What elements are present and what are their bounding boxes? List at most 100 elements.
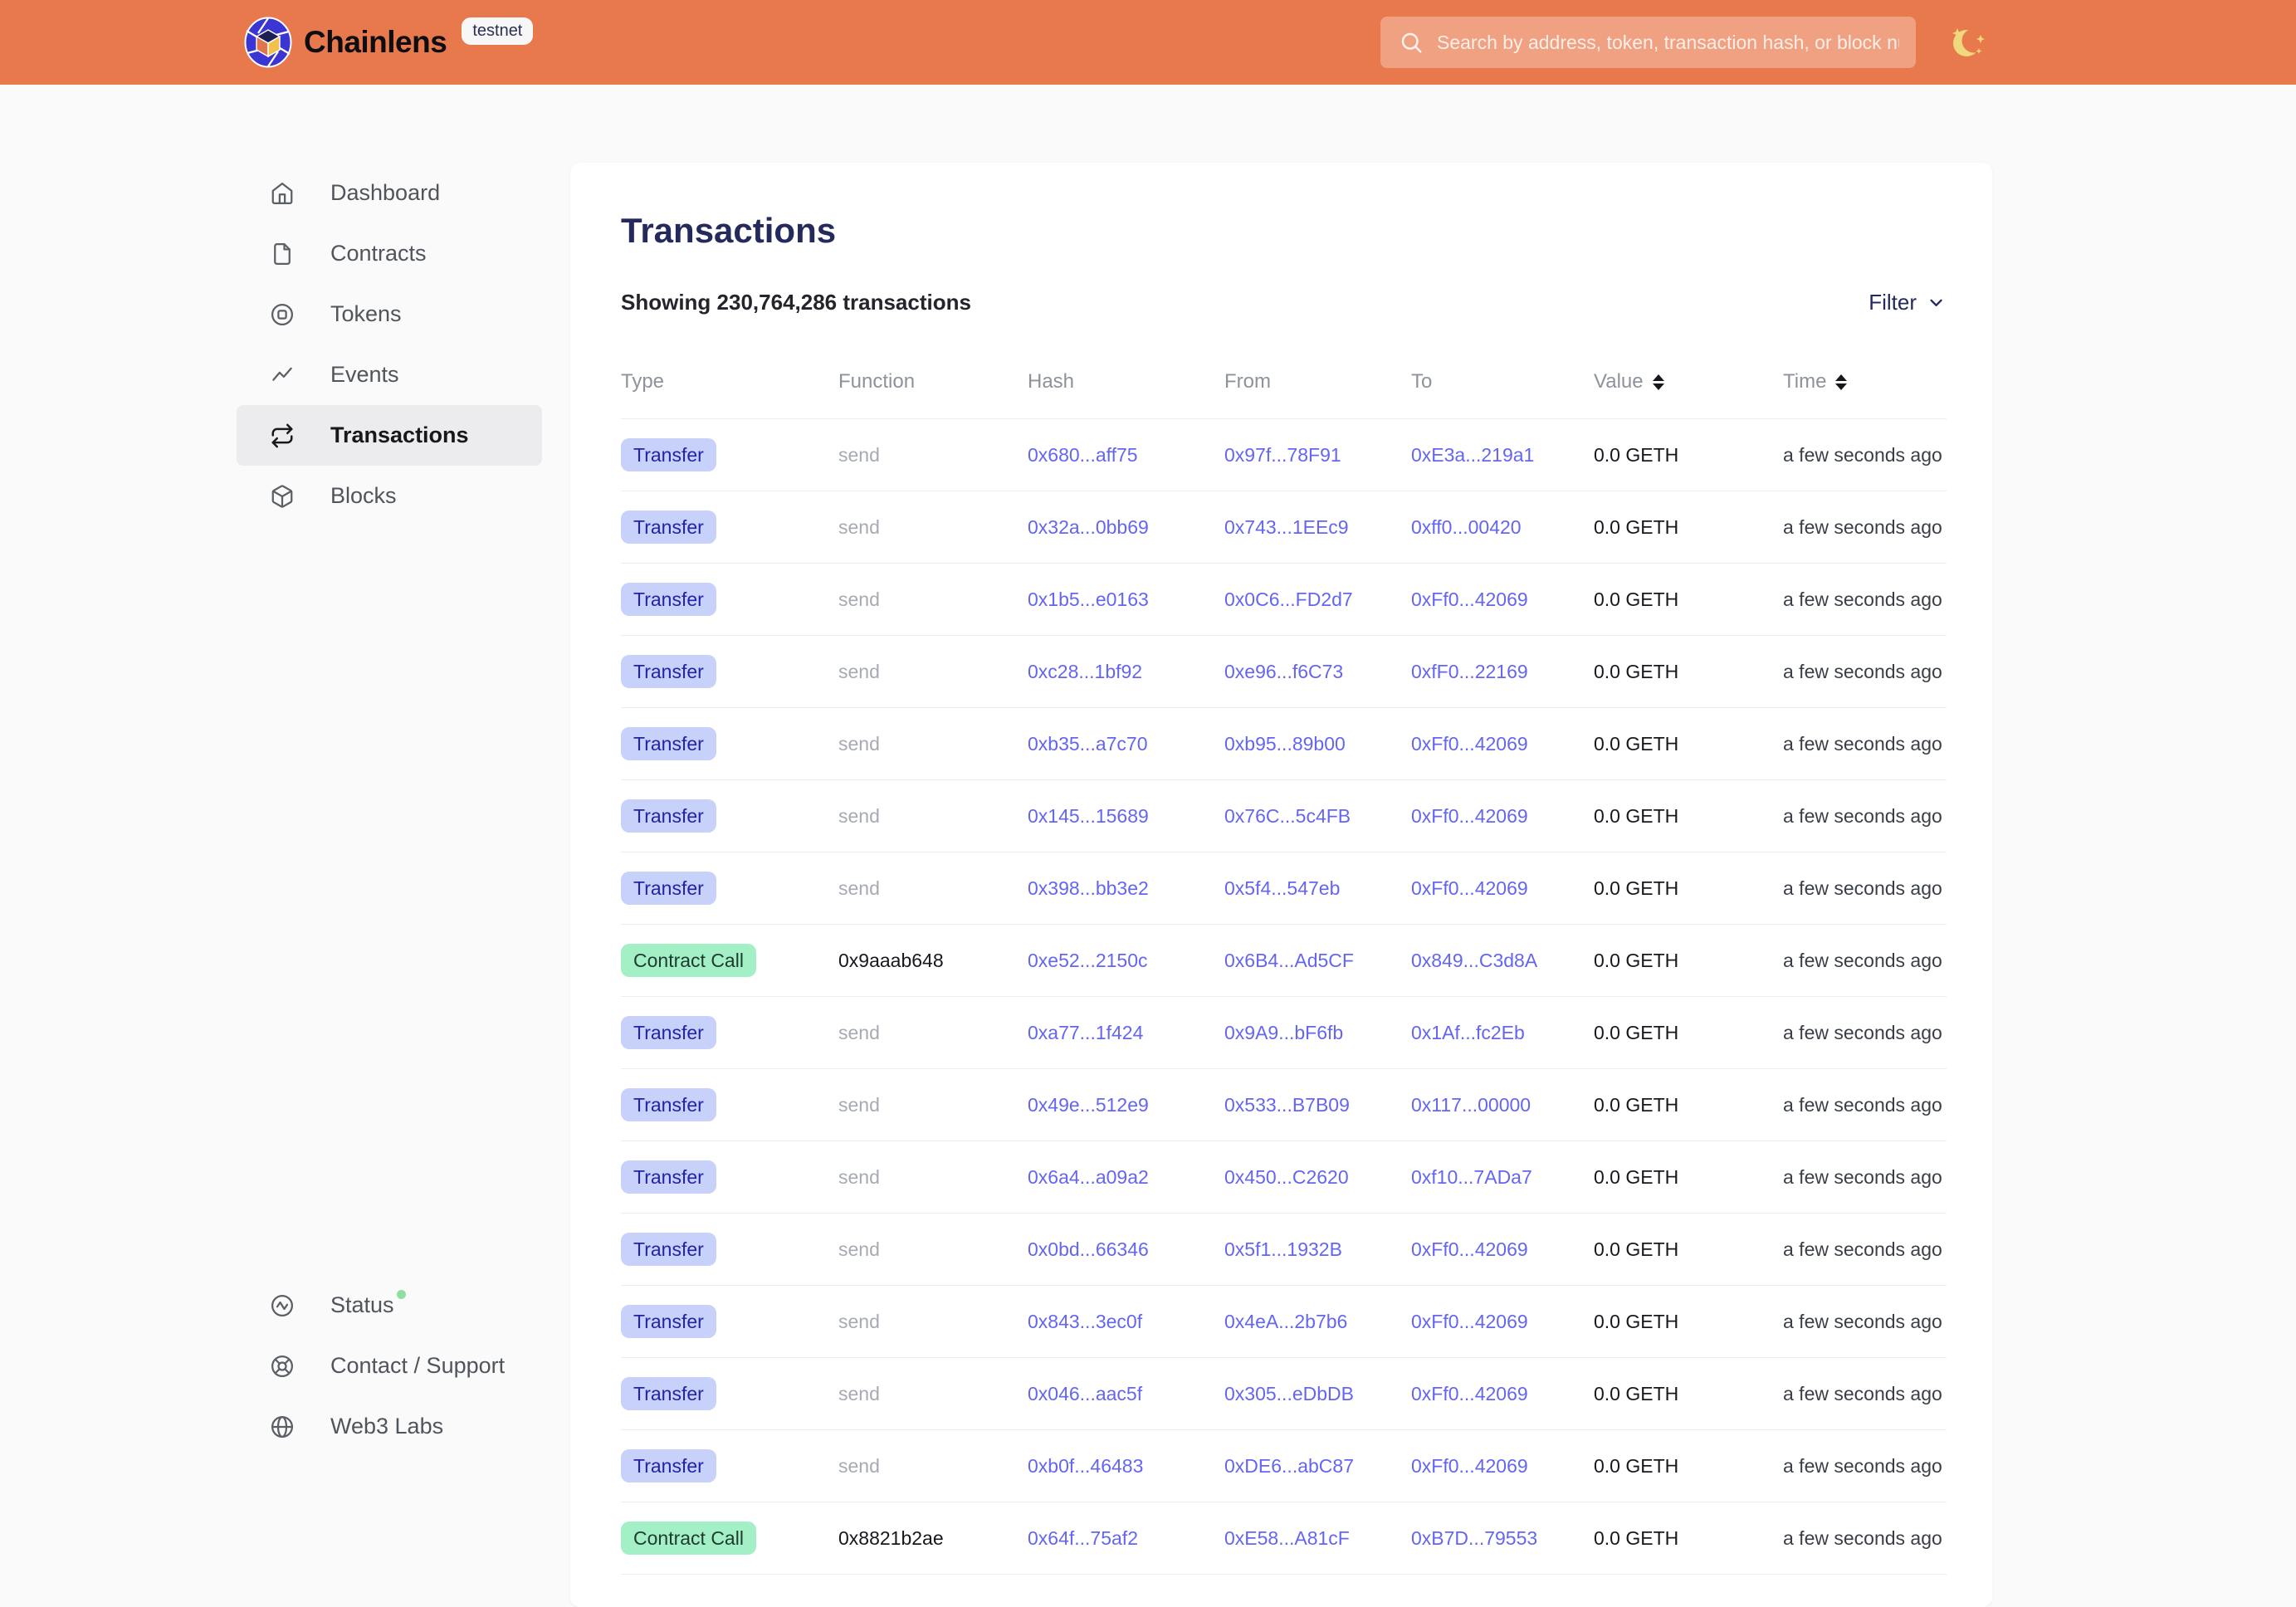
table-header-row: Type Function Hash From To Value Time	[621, 352, 1947, 419]
tx-type-badge: Transfer	[621, 1088, 716, 1121]
sidebar-item-blocks[interactable]: Blocks	[237, 466, 542, 526]
sidebar-item-tokens[interactable]: Tokens	[237, 284, 542, 344]
sidebar-item-label: Tokens	[330, 301, 402, 327]
tx-to-link[interactable]: 0xB7D...79553	[1411, 1527, 1537, 1549]
tx-from-link[interactable]: 0x76C...5c4FB	[1224, 805, 1351, 827]
tx-function: send	[838, 805, 1028, 828]
tx-from-link[interactable]: 0x6B4...Ad5CF	[1224, 950, 1354, 971]
tx-hash-link[interactable]: 0xe52...2150c	[1028, 950, 1148, 971]
tx-type-badge: Transfer	[621, 1016, 716, 1049]
filter-button-label: Filter	[1869, 290, 1917, 315]
sidebar-item-contact-support[interactable]: Contact / Support	[237, 1336, 542, 1396]
tx-from-link[interactable]: 0x743...1EEc9	[1224, 516, 1349, 538]
column-header-value-label: Value	[1594, 370, 1644, 393]
transaction-row: Transfer send 0x6a4...a09a2 0x450...C262…	[621, 1141, 1947, 1214]
tx-hash-link[interactable]: 0x6a4...a09a2	[1028, 1166, 1149, 1188]
tx-function: send	[838, 661, 1028, 683]
sidebar-item-status[interactable]: Status	[237, 1275, 542, 1336]
tx-hash-link[interactable]: 0xc28...1bf92	[1028, 661, 1142, 682]
sidebar-item-contracts[interactable]: Contracts	[237, 223, 542, 284]
tx-hash-link[interactable]: 0xa77...1f424	[1028, 1022, 1143, 1043]
tx-to-link[interactable]: 0xFf0...42069	[1411, 805, 1528, 827]
tx-to-link[interactable]: 0xFf0...42069	[1411, 1238, 1528, 1260]
tx-to-link[interactable]: 0xFf0...42069	[1411, 733, 1528, 755]
tx-from-link[interactable]: 0x533...B7B09	[1224, 1094, 1350, 1116]
tx-to-link[interactable]: 0xfF0...22169	[1411, 661, 1528, 682]
tx-hash-link[interactable]: 0x843...3ec0f	[1028, 1311, 1142, 1332]
tx-time: a few seconds ago	[1783, 1527, 1947, 1550]
transaction-row: Transfer send 0x145...15689 0x76C...5c4F…	[621, 780, 1947, 852]
column-header-value-sort[interactable]: Value	[1594, 370, 1783, 393]
tx-hash-link[interactable]: 0x398...bb3e2	[1028, 877, 1149, 899]
tx-to-cell: 0xE3a...219a1	[1411, 444, 1594, 466]
tx-from-link[interactable]: 0x305...eDbDB	[1224, 1383, 1354, 1404]
transaction-count-text: Showing 230,764,286 transactions	[621, 290, 971, 315]
tx-to-link[interactable]: 0xFf0...42069	[1411, 1383, 1528, 1404]
tx-hash-cell: 0x398...bb3e2	[1028, 877, 1224, 900]
transaction-row: Transfer send 0x1b5...e0163 0x0C6...FD2d…	[621, 564, 1947, 636]
tx-to-link[interactable]: 0xFf0...42069	[1411, 1455, 1528, 1477]
tx-from-link[interactable]: 0xDE6...abC87	[1224, 1455, 1354, 1477]
tx-from-link[interactable]: 0x450...C2620	[1224, 1166, 1349, 1188]
tx-to-link[interactable]: 0xf10...7ADa7	[1411, 1166, 1532, 1188]
tx-hash-link[interactable]: 0x680...aff75	[1028, 444, 1138, 466]
tx-type-badge: Contract Call	[621, 944, 756, 977]
globe-icon	[270, 1414, 295, 1439]
tx-to-link[interactable]: 0x849...C3d8A	[1411, 950, 1537, 971]
tx-hash-link[interactable]: 0x32a...0bb69	[1028, 516, 1149, 538]
transaction-row: Transfer send 0x0bd...66346 0x5f1...1932…	[621, 1214, 1947, 1286]
tx-time: a few seconds ago	[1783, 805, 1947, 828]
dark-mode-moon-icon[interactable]	[1949, 18, 1992, 66]
column-header-time-sort[interactable]: Time	[1783, 370, 1947, 393]
tx-hash-link[interactable]: 0xb35...a7c70	[1028, 733, 1148, 755]
tx-value: 0.0 GETH	[1594, 1383, 1783, 1405]
brand-home-link[interactable]: Chainlens testnet	[244, 17, 533, 68]
tx-type-cell: Transfer	[621, 438, 838, 471]
sidebar-item-transactions[interactable]: Transactions	[237, 405, 542, 466]
tx-value: 0.0 GETH	[1594, 733, 1783, 755]
filter-button[interactable]: Filter	[1869, 290, 1947, 315]
sidebar-item-dashboard[interactable]: Dashboard	[237, 163, 542, 223]
tx-from-link[interactable]: 0xE58...A81cF	[1224, 1527, 1350, 1549]
sidebar-nav: Dashboard Contracts Tokens	[237, 163, 542, 526]
tx-hash-link[interactable]: 0x1b5...e0163	[1028, 589, 1149, 610]
tx-to-cell: 0xB7D...79553	[1411, 1527, 1594, 1550]
tx-from-link[interactable]: 0x9A9...bF6fb	[1224, 1022, 1343, 1043]
tx-to-link[interactable]: 0xFf0...42069	[1411, 589, 1528, 610]
tx-from-link[interactable]: 0xe96...f6C73	[1224, 661, 1343, 682]
tx-hash-link[interactable]: 0x64f...75af2	[1028, 1527, 1138, 1549]
tx-to-link[interactable]: 0xE3a...219a1	[1411, 444, 1534, 466]
tx-from-link[interactable]: 0xb95...89b00	[1224, 733, 1346, 755]
sidebar-item-web3-labs[interactable]: Web3 Labs	[237, 1396, 542, 1457]
tx-hash-link[interactable]: 0x046...aac5f	[1028, 1383, 1142, 1404]
tx-time: a few seconds ago	[1783, 1311, 1947, 1333]
tx-from-link[interactable]: 0x0C6...FD2d7	[1224, 589, 1353, 610]
tx-time: a few seconds ago	[1783, 877, 1947, 900]
tx-hash-cell: 0x1b5...e0163	[1028, 589, 1224, 611]
sort-arrows-icon	[1653, 374, 1664, 390]
tx-from-link[interactable]: 0x97f...78F91	[1224, 444, 1341, 466]
chainlens-logo-icon	[244, 17, 292, 68]
tx-to-link[interactable]: 0xff0...00420	[1411, 516, 1522, 538]
tx-hash-link[interactable]: 0x145...15689	[1028, 805, 1149, 827]
tx-to-link[interactable]: 0xFf0...42069	[1411, 877, 1528, 899]
tx-to-link[interactable]: 0x1Af...fc2Eb	[1411, 1022, 1525, 1043]
tx-hash-cell: 0x64f...75af2	[1028, 1527, 1224, 1550]
tx-hash-cell: 0x843...3ec0f	[1028, 1311, 1224, 1333]
tx-time: a few seconds ago	[1783, 444, 1947, 466]
tx-to-link[interactable]: 0x117...00000	[1411, 1094, 1531, 1116]
search-input[interactable]	[1424, 17, 1916, 68]
transaction-row: Contract Call 0x8821b2ae 0x64f...75af2 0…	[621, 1502, 1947, 1575]
tx-hash-link[interactable]: 0x49e...512e9	[1028, 1094, 1149, 1116]
tx-from-link[interactable]: 0x5f1...1932B	[1224, 1238, 1342, 1260]
tx-hash-link[interactable]: 0xb0f...46483	[1028, 1455, 1143, 1477]
tx-to-cell: 0xFf0...42069	[1411, 805, 1594, 828]
tx-from-link[interactable]: 0x5f4...547eb	[1224, 877, 1340, 899]
tx-type-badge: Transfer	[621, 872, 716, 905]
sidebar-item-events[interactable]: Events	[237, 344, 542, 405]
tx-hash-cell: 0xb35...a7c70	[1028, 733, 1224, 755]
tx-to-link[interactable]: 0xFf0...42069	[1411, 1311, 1528, 1332]
tx-hash-link[interactable]: 0x0bd...66346	[1028, 1238, 1149, 1260]
activity-line-icon	[270, 363, 295, 388]
tx-from-link[interactable]: 0x4eA...2b7b6	[1224, 1311, 1347, 1332]
